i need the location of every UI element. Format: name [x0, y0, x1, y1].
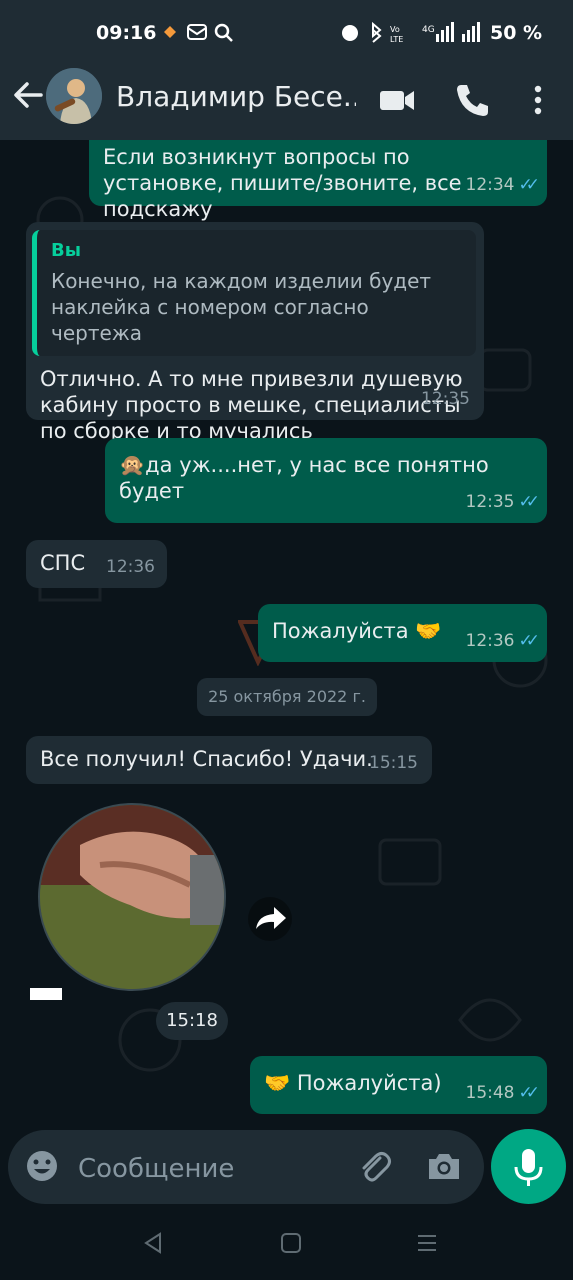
message-composer — [8, 1130, 484, 1204]
message-meta: 12:36 — [106, 554, 155, 580]
contact-name[interactable]: Владимир Бесе... — [116, 80, 356, 113]
date-separator: 25 октября 2022 г. — [197, 678, 377, 716]
quoted-message[interactable]: Вы Конечно, на каждом изделии будет накл… — [32, 230, 476, 356]
forward-icon[interactable] — [248, 897, 292, 941]
message-meta: 12:35 ✓✓ — [465, 489, 540, 515]
quote-author: Вы — [51, 240, 81, 261]
message-text: Пожалуйста 🤝 — [272, 619, 442, 643]
video-camera-icon[interactable] — [377, 80, 417, 120]
chat-area[interactable]: Если возникнут вопросы по установке, пиш… — [0, 140, 573, 1130]
svg-text:4G: 4G — [422, 25, 435, 35]
camera-icon[interactable] — [426, 1148, 462, 1184]
message-meta: 12:34 ✓✓ — [465, 172, 540, 198]
message-meta: 12:35 — [421, 386, 470, 412]
message-meta: 12:36 ✓✓ — [465, 628, 540, 654]
arrow-left-icon[interactable] — [10, 78, 46, 118]
message-time: 12:35 — [421, 389, 470, 409]
more-vertical-icon[interactable] — [518, 80, 558, 120]
message-text: СПС — [40, 551, 86, 575]
message-meta: 15:48 ✓✓ — [465, 1080, 540, 1106]
svg-text:LTE: LTE — [390, 35, 403, 44]
emoji-icon[interactable] — [24, 1148, 60, 1184]
status-time: 09:16 — [96, 22, 157, 44]
message-outgoing[interactable]: Если возникнут вопросы по установке, пиш… — [89, 140, 547, 221]
nav-home-icon[interactable] — [278, 1230, 304, 1260]
message-text: Отлично. А то мне привезли душевую кабин… — [40, 367, 463, 443]
message-text: Все получил! Спасибо! Удачи. — [40, 747, 373, 771]
notification-icons — [160, 20, 240, 49]
message-outgoing[interactable]: 🤝 Пожалуйста) 15:48 ✓✓ — [250, 1056, 547, 1114]
status-bar: 09:16 Vo LTE 4G 50 % — [0, 0, 573, 66]
message-outgoing[interactable]: 🙊да уж....нет, у нас все понятно будет 1… — [105, 438, 547, 523]
tiny-sticker — [30, 988, 62, 1000]
quote-text: Конечно, на каждом изделии будет наклейк… — [51, 269, 432, 345]
paperclip-icon[interactable] — [356, 1148, 392, 1184]
read-ticks-icon: ✓✓ — [518, 631, 540, 651]
microphone-icon[interactable] — [491, 1129, 566, 1204]
phone-icon[interactable] — [452, 80, 492, 120]
message-time: 15:48 — [465, 1083, 515, 1103]
avatar[interactable] — [46, 68, 102, 124]
system-status-icons: Vo LTE 4G — [340, 20, 485, 50]
nav-recents-icon[interactable] — [414, 1230, 440, 1260]
message-outgoing[interactable]: Пожалуйста 🤝 12:36 ✓✓ — [258, 604, 547, 662]
svg-text:Vo: Vo — [390, 25, 400, 34]
message-text: 🙊да уж....нет, у нас все понятно будет — [119, 453, 489, 503]
message-meta: 15:15 — [369, 750, 418, 776]
video-message[interactable] — [38, 803, 226, 991]
battery-level: 50 % — [490, 22, 543, 44]
read-ticks-icon: ✓✓ — [518, 1083, 540, 1103]
message-time: 12:36 — [106, 557, 155, 577]
read-ticks-icon: ✓✓ — [518, 492, 540, 512]
message-time: 12:35 — [465, 492, 515, 512]
nav-back-icon[interactable] — [140, 1230, 166, 1260]
message-incoming[interactable]: Вы Конечно, на каждом изделии будет накл… — [26, 222, 484, 443]
message-time: 15:15 — [369, 753, 418, 773]
chat-header: Владимир Бесе... — [0, 66, 573, 140]
read-ticks-icon: ✓✓ — [518, 175, 540, 195]
message-input[interactable] — [76, 1150, 350, 1188]
message-time: 12:36 — [465, 631, 515, 651]
message-incoming[interactable]: Все получил! Спасибо! Удачи. 15:15 — [26, 736, 432, 784]
system-navigation-bar — [0, 1208, 573, 1280]
video-message-time: 15:18 — [156, 1002, 228, 1040]
message-text: 🤝 Пожалуйста) — [264, 1071, 442, 1095]
message-time: 12:34 — [465, 175, 515, 195]
message-incoming[interactable]: СПС 12:36 — [26, 540, 167, 588]
